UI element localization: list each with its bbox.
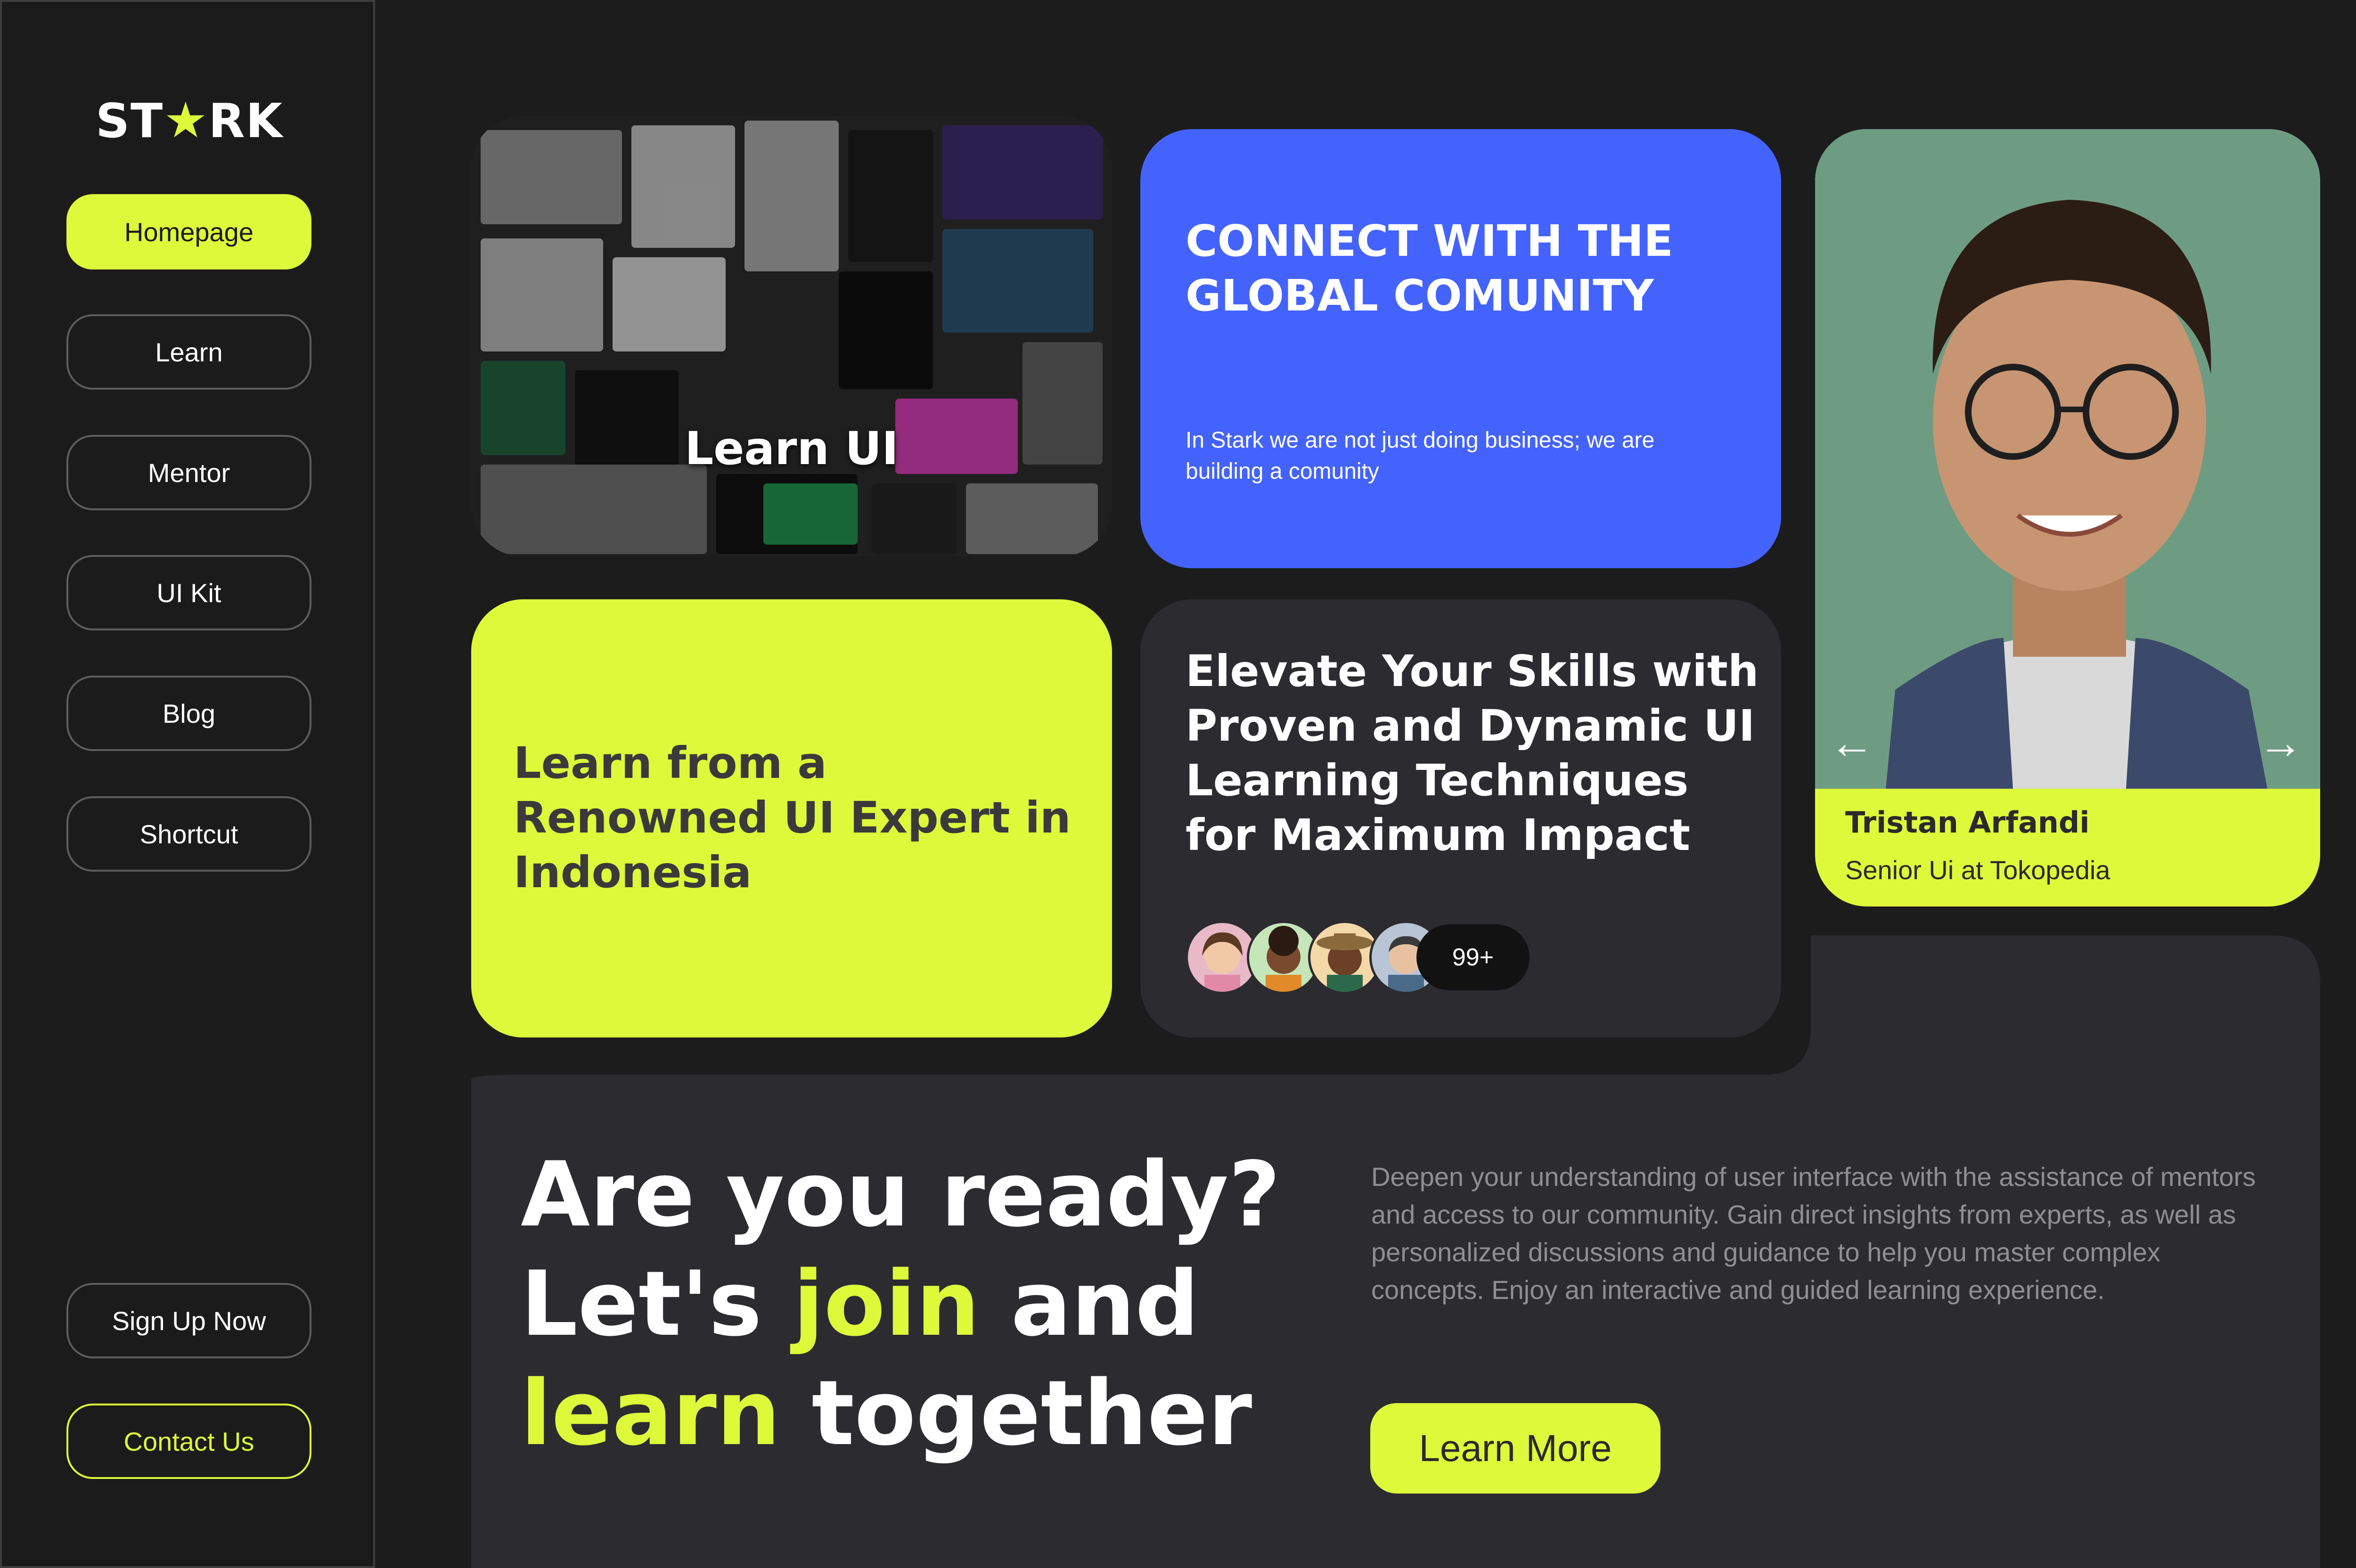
star-icon: ★ xyxy=(164,91,209,149)
mentor-portrait-image xyxy=(1815,129,2320,789)
sidebar: ST★RK Homepage Learn Mentor UI Kit Blog … xyxy=(0,0,375,1568)
connect-community-card[interactable]: CONNECT WITH THE GLOBAL COMUNITY In Star… xyxy=(1140,129,1781,568)
mentor-name: Tristan Arfandi xyxy=(1845,805,2090,840)
nav-homepage[interactable]: Homepage xyxy=(66,194,311,270)
nav-ui-kit[interactable]: UI Kit xyxy=(66,555,311,630)
cta-description: Deepen your understanding of user interf… xyxy=(1371,1162,2256,1305)
cta-heading: Are you ready? Let's join and learn toge… xyxy=(521,1143,1281,1465)
connect-subtitle: In Stark we are not just doing business;… xyxy=(1186,428,1655,484)
brand-logo[interactable]: ST★RK xyxy=(2,91,377,149)
sign-up-button[interactable]: Sign Up Now xyxy=(66,1283,311,1358)
mentor-profile-card[interactable]: ← → Tristan Arfandi Senior Ui at Tokoped… xyxy=(1815,129,2320,906)
connect-title: CONNECT WITH THE GLOBAL COMUNITY xyxy=(1186,216,1673,321)
expert-title: Learn from a Renowned UI Expert in Indon… xyxy=(514,738,1071,898)
arrow-right-icon[interactable]: → xyxy=(2258,720,2303,766)
arrow-left-icon[interactable]: ← xyxy=(1829,720,1874,766)
learn-more-button[interactable]: Learn More xyxy=(1370,1403,1661,1494)
nav-learn[interactable]: Learn xyxy=(66,314,311,390)
learn-ui-title: Learn UI xyxy=(685,422,899,475)
mentor-role: Senior Ui at Tokopedia xyxy=(1845,855,2111,885)
learn-ui-card[interactable]: Learn UI xyxy=(471,116,1112,556)
elevate-title: Elevate Your Skills with Proven and Dyna… xyxy=(1186,646,1759,860)
nav-shortcut[interactable]: Shortcut xyxy=(66,796,311,872)
nav-mentor[interactable]: Mentor xyxy=(66,435,311,510)
nav-blog[interactable]: Blog xyxy=(66,676,311,751)
contact-us-button[interactable]: Contact Us xyxy=(66,1404,311,1479)
